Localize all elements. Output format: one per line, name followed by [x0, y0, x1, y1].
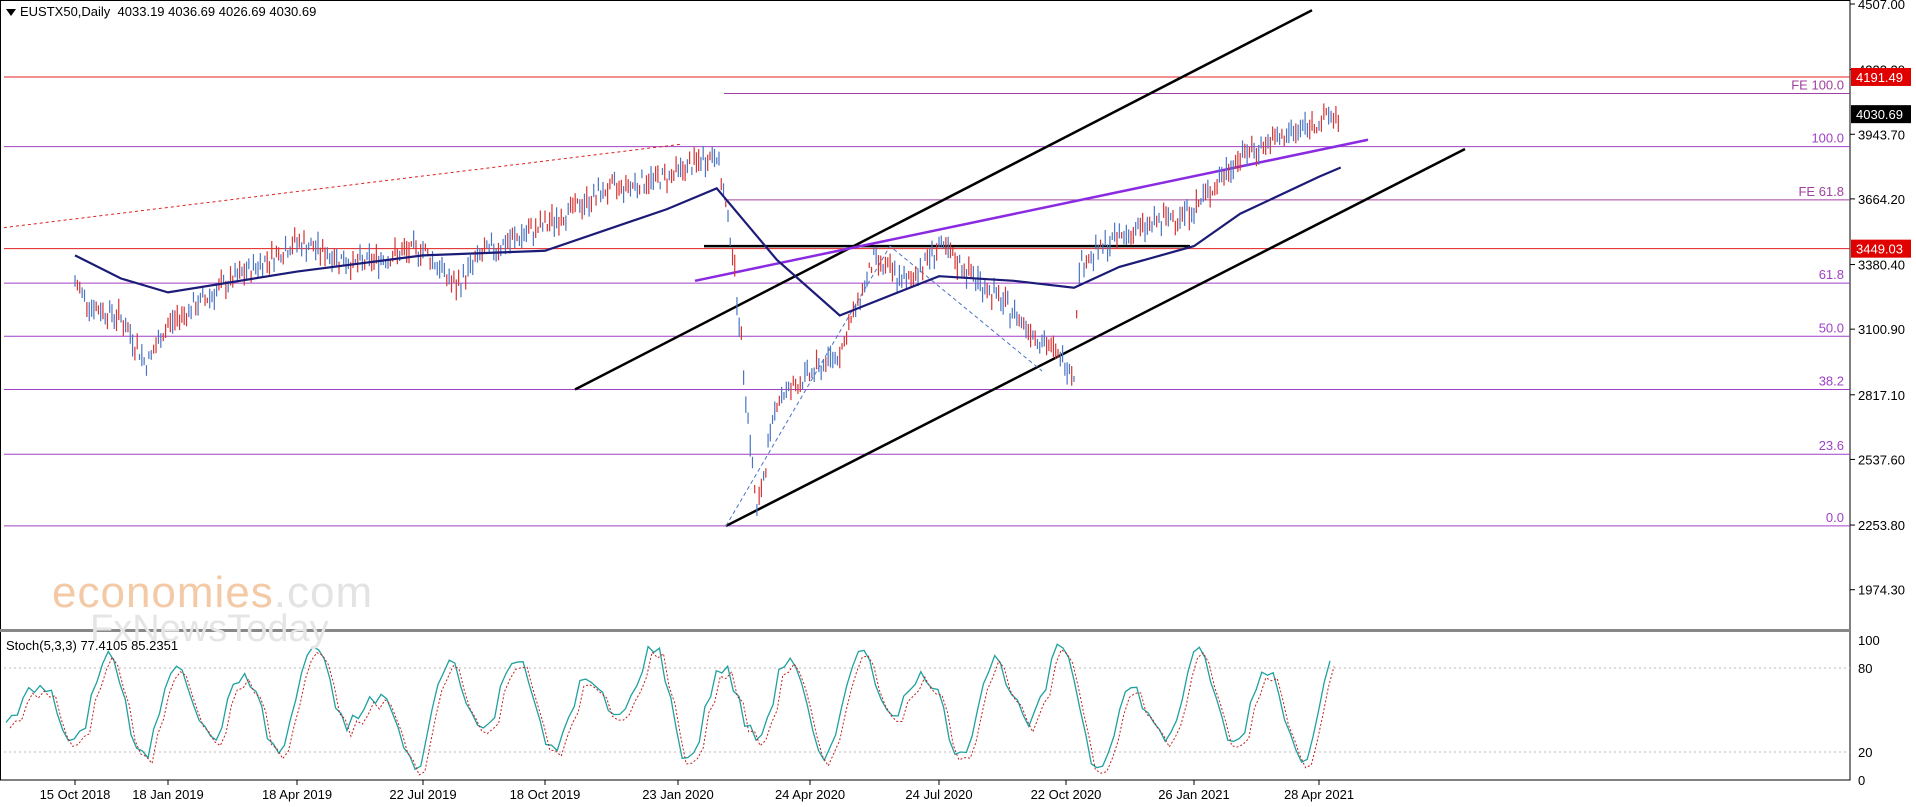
price-tag-text-2: 3449.03 — [1856, 242, 1903, 257]
stoch-signal-line — [9, 649, 1335, 776]
stoch-level-label-2: 20 — [1858, 745, 1872, 760]
fib-label-2: 50.0 — [1819, 320, 1844, 335]
x-tick-label-7: 24 Jul 2020 — [905, 787, 972, 802]
purple-trendline — [694, 138, 1369, 283]
x-tick-label-5: 23 Jan 2020 — [642, 787, 714, 802]
x-tick-label-10: 28 Apr 2021 — [1284, 787, 1354, 802]
stoch-level-label-1: 80 — [1858, 661, 1872, 676]
y-tick-label-7: 2537.60 — [1858, 452, 1905, 467]
x-tick-label-0: 15 Oct 2018 — [40, 787, 111, 802]
ohlc-values: 4033.19 4036.69 4026.69 4030.69 — [117, 4, 317, 19]
fib-label-1: 61.8 — [1819, 267, 1844, 282]
fib-label-0: 100.0 — [1811, 131, 1844, 146]
fe-label-0: FE 100.0 — [1791, 77, 1844, 92]
stoch-level-label-0: 100 — [1858, 633, 1880, 648]
price-tag-text-1: 4030.69 — [1856, 107, 1903, 122]
stoch-label: Stoch(5,3,3) — [6, 638, 77, 653]
chart-header: EUSTX50,Daily 4033.19 4036.69 4026.69 40… — [6, 4, 316, 19]
main-pane-frame — [0, 0, 1851, 631]
x-tick-label-2: 18 Apr 2019 — [262, 787, 332, 802]
moving-average-line — [74, 166, 1342, 317]
fib-label-3: 38.2 — [1819, 373, 1844, 388]
dashed-resistance-line — [3, 143, 681, 229]
stoch-level-label-3: 0 — [1858, 773, 1865, 788]
price-chart: 4507.004223.203943.703664.203380.403100.… — [0, 0, 1911, 802]
y-tick-label-0: 4507.00 — [1858, 0, 1905, 12]
y-tick-label-6: 2817.10 — [1858, 388, 1905, 403]
stoch-main-line — [5, 643, 1331, 771]
x-tick-label-8: 22 Oct 2020 — [1031, 787, 1102, 802]
y-tick-label-2: 3943.70 — [1858, 127, 1905, 142]
y-tick-label-9: 1974.30 — [1858, 583, 1905, 598]
x-tick-label-4: 18 Oct 2019 — [510, 787, 581, 802]
fib-label-5: 0.0 — [1826, 510, 1844, 525]
fib-label-4: 23.6 — [1819, 438, 1844, 453]
x-tick-label-6: 24 Apr 2020 — [775, 787, 845, 802]
y-tick-label-3: 3664.20 — [1858, 192, 1905, 207]
x-tick-label-3: 22 Jul 2019 — [389, 787, 456, 802]
symbol-label: EUSTX50,Daily — [20, 4, 111, 19]
price-tag-text-0: 4191.49 — [1856, 70, 1903, 85]
x-tick-label-1: 18 Jan 2019 — [132, 787, 204, 802]
y-tick-label-8: 2253.80 — [1858, 518, 1905, 533]
fe-label-1: FE 61.8 — [1798, 184, 1844, 199]
oscillator-pane-frame — [0, 629, 1851, 781]
y-tick-label-5: 3100.90 — [1858, 322, 1905, 337]
menu-triangle-icon[interactable] — [6, 9, 16, 17]
watermark-tagline: FxNewsToday — [90, 608, 329, 650]
x-tick-label-9: 26 Jan 2021 — [1158, 787, 1230, 802]
y-tick-label-4: 3380.40 — [1858, 258, 1905, 273]
